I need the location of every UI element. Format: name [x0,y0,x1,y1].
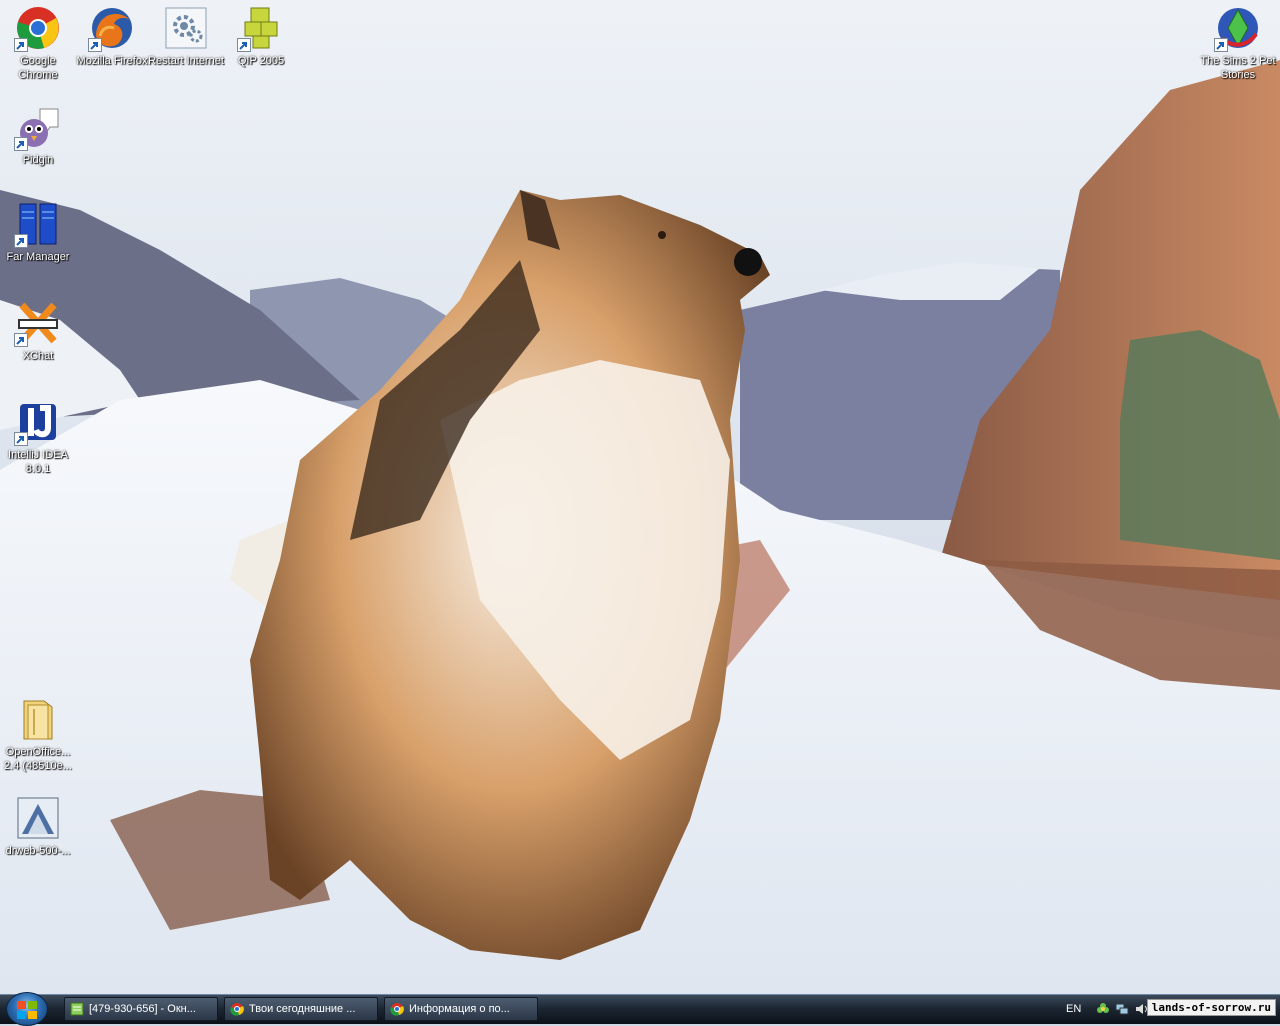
gear-script-icon [165,7,207,49]
desktop-icon-label: OpenOffice... 2.4 (48510e... [4,746,72,772]
shortcut-arrow-icon [14,234,28,248]
desktop-icon-qip[interactable]: QIP 2005 [223,4,299,68]
desktop-icon-openoffice[interactable]: OpenOffice... 2.4 (48510e... [0,695,76,773]
desktop-wallpaper [0,0,1280,994]
desktop-icon-label: XChat [22,350,54,362]
shortcut-arrow-icon [14,137,28,151]
desktop-icon-drweb[interactable]: drweb-500-... [0,794,76,858]
desktop-icon-intellij[interactable]: IntelliJ IDEA 8.0.1 [0,398,76,476]
shortcut-arrow-icon [1214,38,1228,52]
language-indicator[interactable]: EN [1066,995,1081,1023]
notepad-icon [70,1002,84,1016]
network-icon[interactable] [1115,1002,1129,1016]
windows-logo-icon [17,1001,37,1019]
chrome-icon [390,1002,404,1016]
taskbar-button-label: Информация о по... [409,1003,510,1015]
taskbar-button-notepad[interactable]: [479-930-656] - Окн... [64,997,218,1021]
desktop-icon-label: Google Chrome [18,55,58,81]
system-tray: EN 11:17 lands-of-sorrow.ru [1066,995,1280,1024]
taskbar: [479-930-656] - Окн... Твои сегодняшние … [0,992,1280,1026]
desktop-icon-sims[interactable]: The Sims 2 Pet Stories [1200,4,1276,82]
desktop-icon-label: Restart Internet [148,55,224,67]
taskbar-button-label: [479-930-656] - Окн... [89,1003,196,1015]
shortcut-arrow-icon [14,432,28,446]
taskbar-button-chrome-2[interactable]: Информация о по... [384,997,538,1021]
start-button[interactable] [6,992,48,1026]
folder-icon [23,700,53,740]
chrome-icon [230,1002,244,1016]
drweb-icon [17,797,59,839]
desktop-icon-restart-internet[interactable]: Restart Internet [148,4,224,68]
desktop-icon-firefox[interactable]: Mozilla Firefox [74,4,150,68]
desktop-icon-label: Far Manager [6,251,70,263]
desktop-icon-xchat[interactable]: XChat [0,299,76,363]
shortcut-arrow-icon [14,333,28,347]
shortcut-arrow-icon [88,38,102,52]
desktop-icon-pidgin[interactable]: Pidgin [0,103,76,167]
desktop-icon-label: drweb-500-... [5,845,71,857]
watermark: lands-of-sorrow.ru [1146,999,1276,1016]
shortcut-arrow-icon [14,38,28,52]
desktop-icon-label: Mozilla Firefox [76,55,148,67]
flower-app-icon[interactable] [1096,1002,1110,1016]
desktop-icon-label: Pidgin [22,154,54,166]
shortcut-arrow-icon [237,38,251,52]
desktop-icon-chrome[interactable]: Google Chrome [0,4,76,82]
desktop-icon-label: IntelliJ IDEA 8.0.1 [8,449,68,475]
desktop-icon-label: QIP 2005 [237,55,285,67]
desktop-icon-far-manager[interactable]: Far Manager [0,200,76,264]
taskbar-button-label: Твои сегодняшние ... [249,1003,356,1015]
taskbar-button-chrome-1[interactable]: Твои сегодняшние ... [224,997,378,1021]
desktop-icon-label: The Sims 2 Pet Stories [1200,55,1276,81]
